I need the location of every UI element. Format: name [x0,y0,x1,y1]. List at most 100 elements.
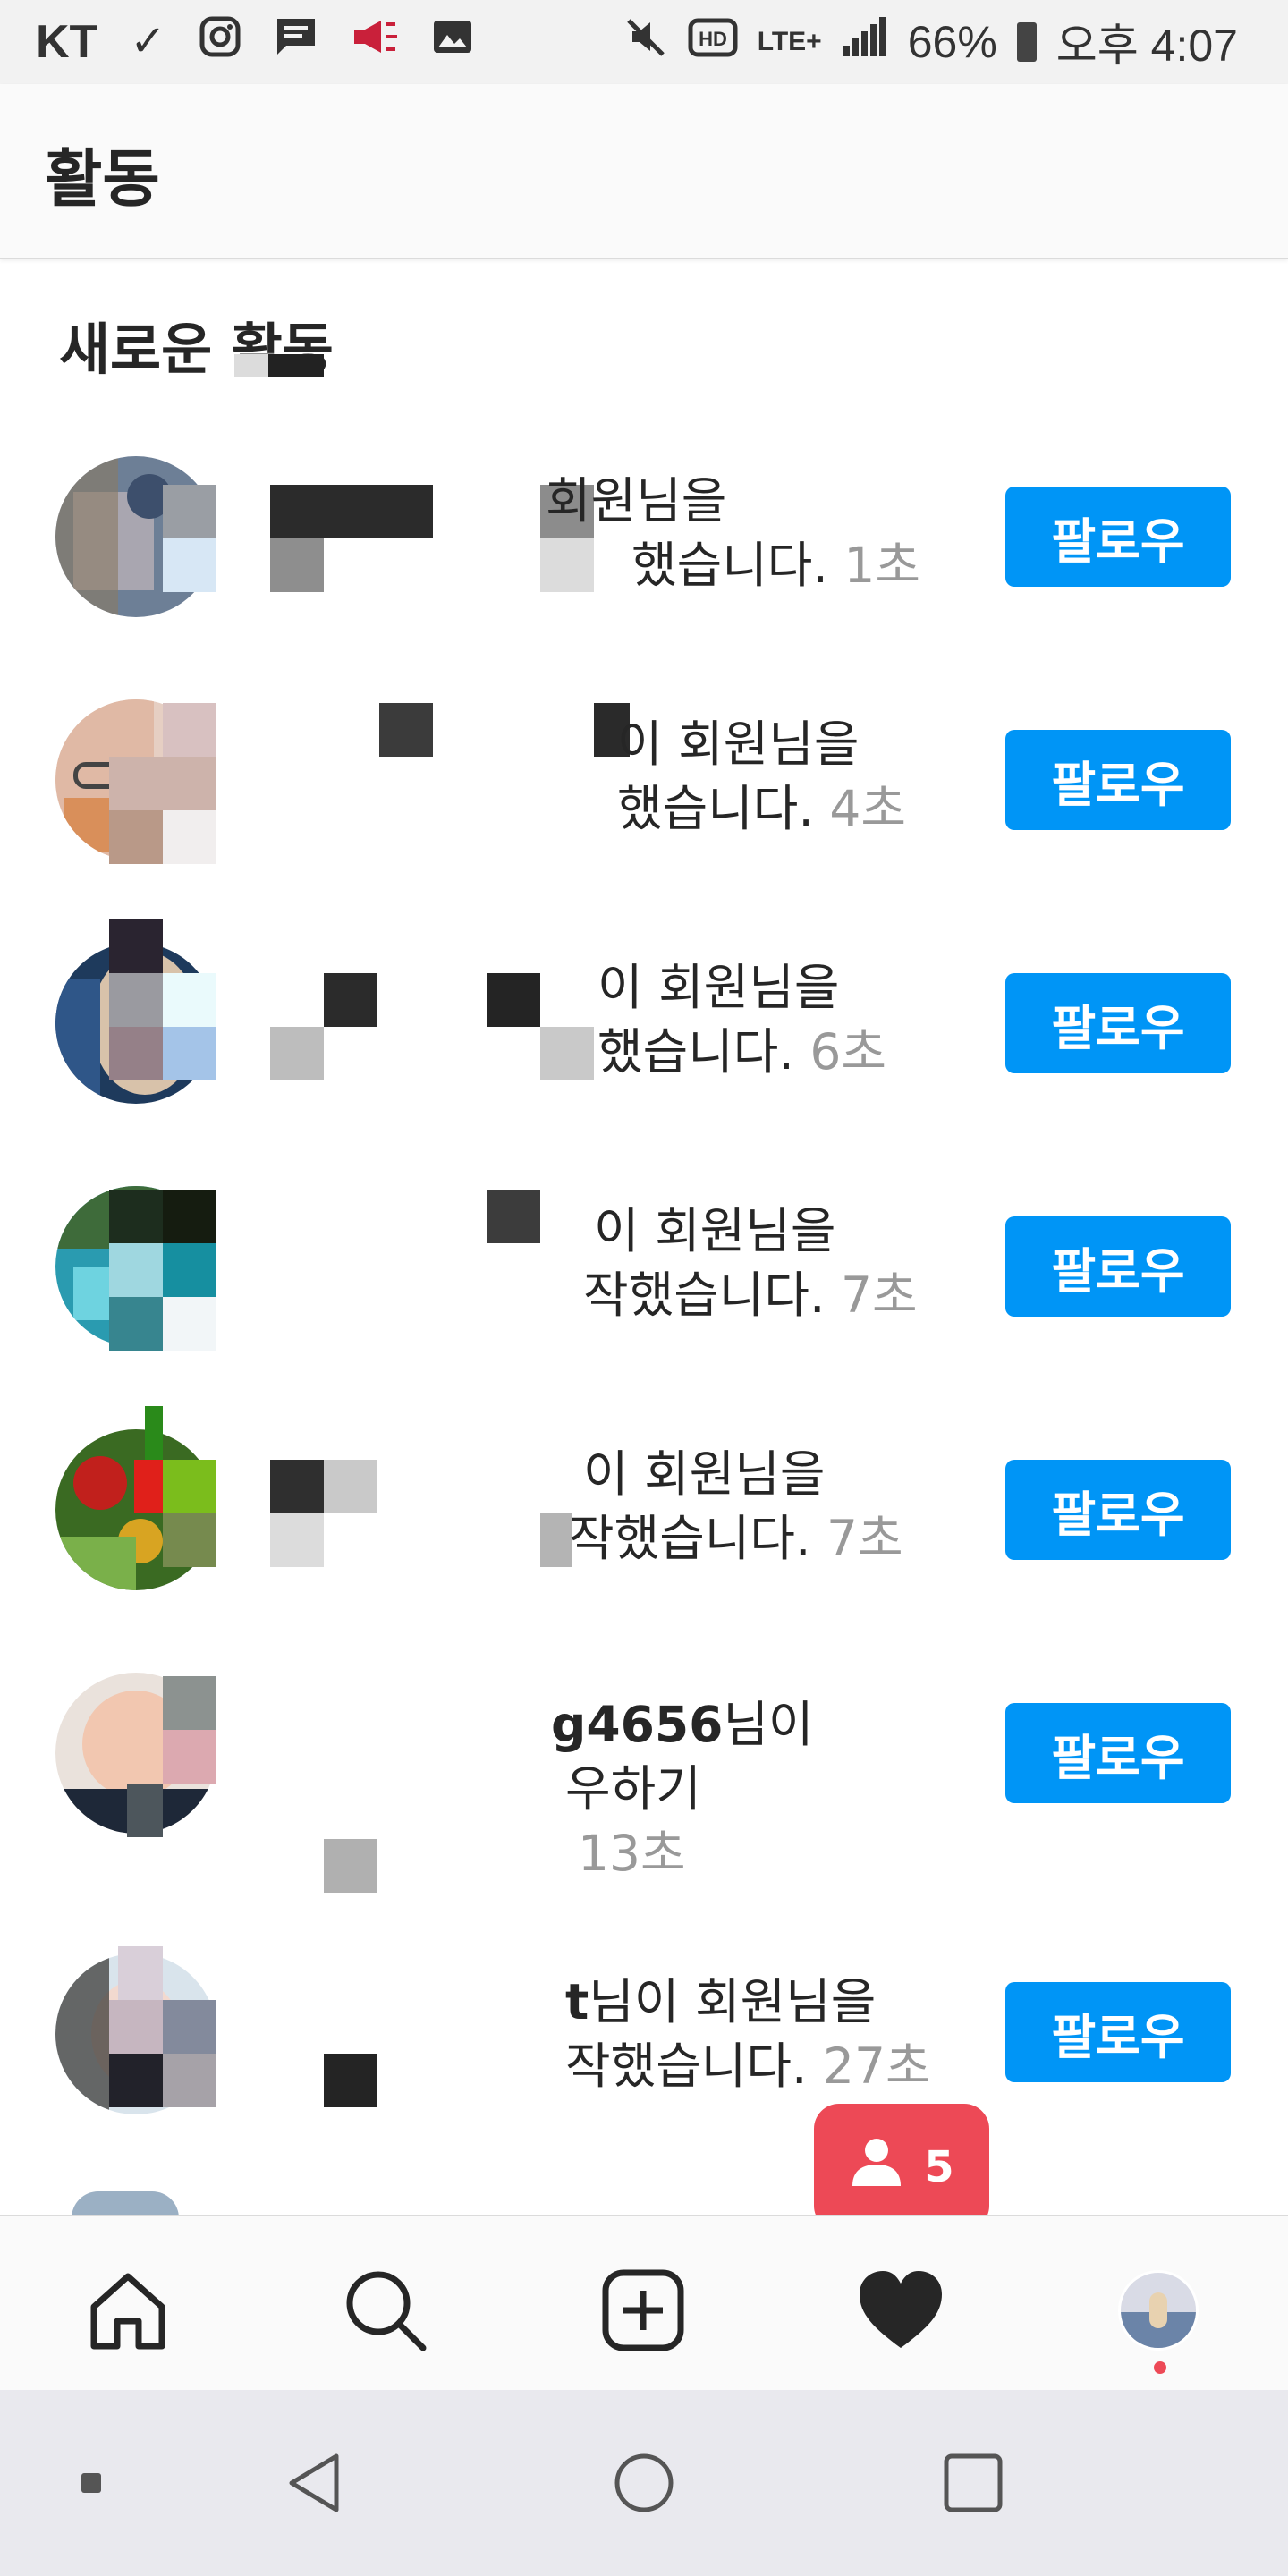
follow-button[interactable]: 팔로우 [1005,1216,1231,1317]
activity-username[interactable]: g4656 [551,1696,723,1753]
activity-text: g4656님이 우하기 13초 [551,1692,814,1885]
redaction-block [163,2054,216,2107]
status-bar-right: HD LTE+ 66% 오후 4:07 [623,0,1238,84]
redaction-block [109,757,216,810]
redaction-block [163,2000,216,2054]
activity-text: 이 회원님을 했습니다. 6초 [597,955,886,1084]
redaction-block [270,1460,324,1513]
redaction-block [109,1243,163,1297]
home-circle-icon[interactable] [599,2438,689,2528]
redaction-block [270,1513,324,1567]
redaction-block [163,1190,216,1243]
redaction-block [270,1027,324,1080]
activity-text: 회원님을 했습니다. 1초 [546,469,920,597]
redaction-block [109,919,163,973]
activity-time: 1초 [843,537,920,594]
redaction-block [163,1730,216,1784]
activity-line1: 이 회원님을 [597,959,840,1016]
redaction-block [324,973,377,1027]
redaction-block [163,538,216,592]
overview-icon[interactable] [928,2438,1018,2528]
notification-count: 5 [924,2142,954,2192]
activity-time: 6초 [809,1023,886,1080]
clock-label: 오후 4:07 [1055,21,1238,71]
redaction-block [163,810,216,864]
bottom-nav [0,2215,1288,2392]
activity-time: 27초 [822,2038,931,2095]
redaction-block [163,1297,216,1351]
redaction-block [540,1027,594,1080]
redaction-block [145,1406,163,1460]
system-nav-bar [0,2390,1288,2576]
battery-label: 66% [907,17,997,67]
activity-username[interactable]: t [565,1973,589,2030]
redaction-block [163,703,216,757]
redaction-block [127,1784,163,1837]
follow-button[interactable]: 팔로우 [1005,730,1231,830]
recent-apps-icon[interactable] [47,2438,136,2528]
follow-button[interactable]: 팔로우 [1005,487,1231,587]
hd-icon: HD [688,16,738,68]
redaction-block [163,485,216,538]
app-header: 활동 [0,84,1288,259]
home-icon[interactable] [79,2261,177,2360]
image-icon [431,15,474,69]
activity-time: 7초 [826,1510,903,1567]
follow-button[interactable]: 팔로우 [1005,1703,1231,1803]
follow-button[interactable]: 팔로우 [1005,973,1231,1073]
redaction-block [109,1027,163,1080]
activity-line2: 작했습니다. [583,1267,826,1324]
redaction-block [268,354,324,377]
activity-row[interactable]: 이 회원님을 했습니다. 4초 팔로우 [0,673,1288,887]
redaction-block [270,538,324,592]
redaction-block [487,1190,540,1243]
status-bar: KT ✓ HD LTE+ 66% 오후 4:07 [0,0,1288,84]
redaction-block [109,2000,163,2054]
activity-line2: 우하기 [565,1760,701,1818]
redaction-block [487,973,540,1027]
activity-row[interactable]: 이 회원님을 작했습니다. 7초 팔로우 [0,1402,1288,1617]
megaphone-icon [351,15,399,69]
redaction-block [163,1243,216,1297]
redaction-block [270,485,433,538]
activity-text: 이 회원님을 작했습니다. 7초 [569,1442,903,1571]
instagram-icon [199,15,242,69]
redaction-block [109,810,163,864]
redaction-block [379,703,433,757]
redaction-block [109,973,163,1027]
carrier-label: KT [36,16,98,68]
activity-text: 이 회원님을 했습니다. 4초 [617,712,906,841]
redaction-block [109,2054,163,2107]
activity-row[interactable]: 이 회원님을 했습니다. 6초 팔로우 [0,916,1288,1131]
redaction-block [324,1460,377,1513]
search-icon[interactable] [336,2261,435,2360]
activity-text: t님이 회원님을 작했습니다. 27초 [565,1970,931,2098]
redaction-block [324,2054,377,2107]
heart-icon[interactable] [852,2261,950,2360]
activity-line1: 회원님을 [546,472,727,530]
page-title: 활동 [45,142,160,216]
back-icon[interactable] [270,2438,360,2528]
profile-avatar[interactable] [1109,2261,1208,2360]
activity-row[interactable]: 이 회원님을 작했습니다. 7초 팔로우 [0,1159,1288,1374]
person-icon [849,2136,904,2199]
activity-row[interactable]: t님이 회원님을 작했습니다. 27초 팔로우 [0,1921,1288,2136]
redaction-block [118,1946,163,2000]
activity-row[interactable]: g4656님이 우하기 13초 팔로우 [0,1646,1288,1914]
follow-button[interactable]: 팔로우 [1005,1460,1231,1560]
activity-line2: 했습니다. [631,537,828,594]
check-icon: ✓ [130,18,166,65]
follow-button[interactable]: 팔로우 [1005,1982,1231,2082]
follow-notification-badge[interactable]: 5 [814,2104,989,2231]
activity-row[interactable]: 회원님을 했습니다. 1초 팔로우 [0,429,1288,644]
status-bar-left: KT ✓ [36,0,474,84]
add-post-icon[interactable] [594,2261,692,2360]
redaction-block [163,1676,216,1730]
activity-line1: 님이 회원님을 [589,1973,877,2030]
activity-line2: 했습니다. [617,780,814,837]
redaction-block [163,1027,216,1080]
network-label: LTE+ [757,27,822,56]
redaction-block [134,1460,163,1513]
redaction-block [109,1190,163,1243]
redaction-block [109,1297,163,1351]
